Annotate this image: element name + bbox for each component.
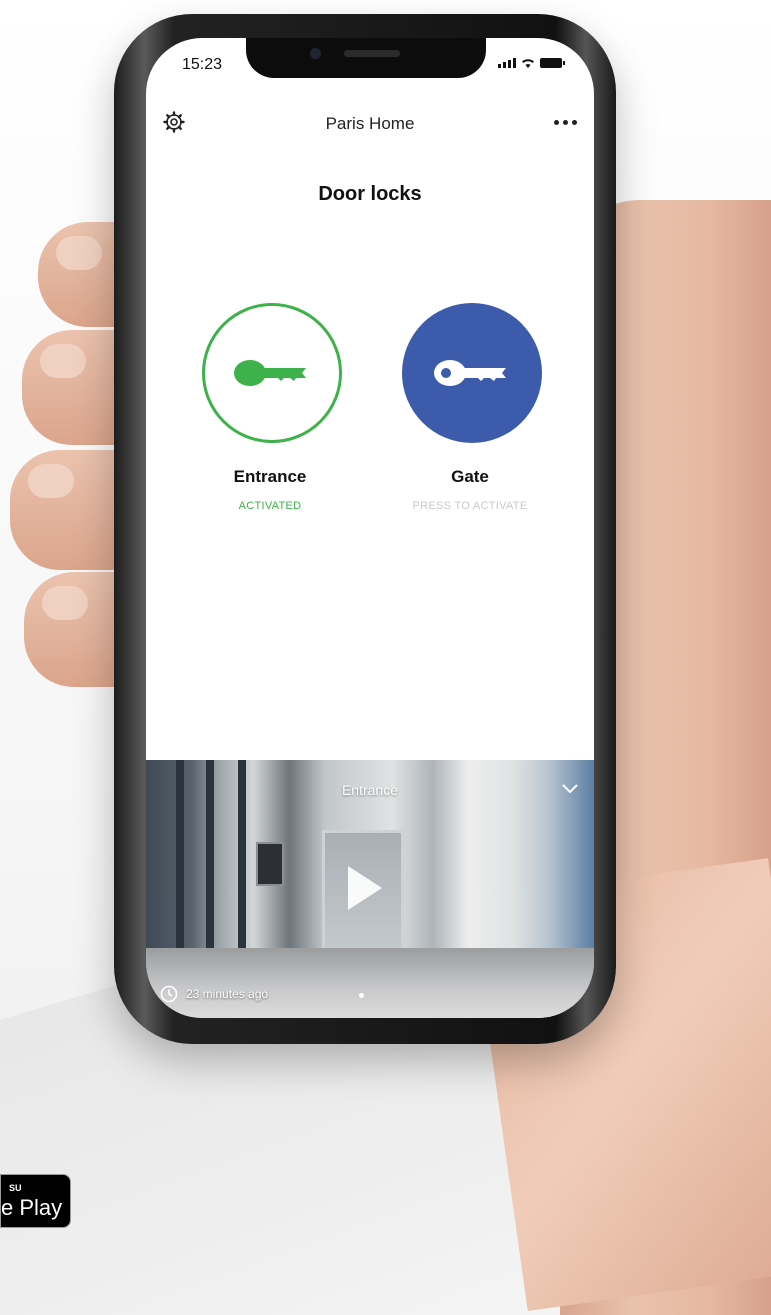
intercom-panel	[256, 842, 284, 886]
key-icon	[234, 360, 306, 386]
battery-icon	[540, 58, 565, 68]
store-badge-small-text: SU	[9, 1183, 22, 1193]
fingernail	[40, 344, 86, 378]
entrance-lock-button[interactable]	[202, 303, 342, 443]
gate-lock-status: PRESS TO ACTIVATE	[412, 500, 528, 512]
clock-icon	[160, 985, 178, 1003]
page-indicator	[359, 993, 364, 998]
home-title: Paris Home	[325, 114, 415, 133]
google-play-badge[interactable]: SU e Play	[0, 1174, 71, 1228]
signal-icon	[498, 58, 516, 68]
play-icon[interactable]	[348, 866, 382, 910]
video-timestamp: 23 minutes ago	[186, 987, 269, 1001]
camera-icon	[310, 48, 321, 59]
store-badge-text: e Play	[1, 1195, 63, 1220]
fingernail	[56, 236, 102, 270]
gate-lock-name: Gate	[451, 467, 489, 486]
entrance-lock-name: Entrance	[233, 467, 307, 486]
chevron-down-icon[interactable]	[560, 778, 580, 798]
key-icon	[434, 360, 506, 386]
status-icons	[498, 58, 565, 68]
video-preview[interactable]: Entrance 23 minutes ago	[146, 760, 594, 1018]
wifi-icon	[522, 59, 534, 68]
speaker	[344, 50, 400, 57]
phone-notch	[246, 38, 486, 78]
status-time: 15:23	[182, 56, 223, 73]
more-dots-icon[interactable]	[548, 110, 582, 134]
fingernail	[42, 586, 88, 620]
entrance-lock-status: ACTIVATED	[238, 500, 302, 512]
gate-lock-button[interactable]	[402, 303, 542, 443]
fingernail	[28, 464, 74, 498]
video-floor	[146, 948, 594, 1018]
video-title: Entrance	[341, 782, 399, 798]
section-title: Door locks	[318, 183, 422, 205]
